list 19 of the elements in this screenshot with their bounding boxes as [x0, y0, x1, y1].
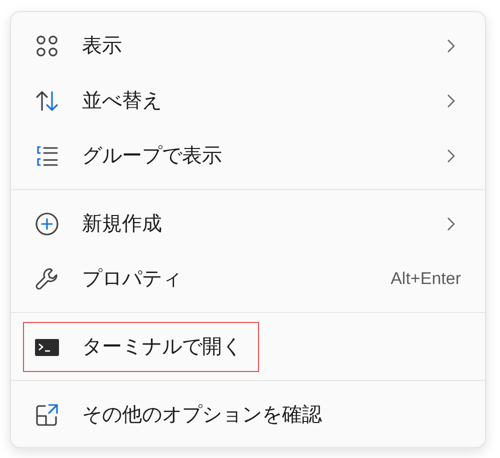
plus-circle-icon	[34, 210, 60, 236]
open-external-icon	[34, 402, 60, 428]
grid-icon	[34, 32, 60, 58]
menu-item[interactable]: グループで表示	[11, 128, 485, 183]
menu-item-label: 並べ替え	[82, 87, 162, 114]
menu-item[interactable]: その他のオプションを確認	[11, 387, 485, 442]
menu-item-label: その他のオプションを確認	[82, 401, 322, 428]
menu-item-label: 新規作成	[82, 210, 162, 237]
menu-item[interactable]: ターミナルで開く	[11, 319, 485, 374]
shortcut-text: Alt+Enter	[390, 268, 461, 288]
menu-item[interactable]: 表示	[11, 18, 485, 73]
wrench-icon	[34, 266, 60, 292]
menu-item[interactable]: 新規作成	[11, 196, 485, 251]
menu-item[interactable]: 並べ替え	[11, 73, 485, 128]
menu-item[interactable]: プロパティ Alt+Enter	[11, 251, 485, 306]
menu-item-label: プロパティ	[82, 265, 182, 292]
menu-item-label: ターミナルで開く	[82, 333, 242, 360]
menu-item-label: グループで表示	[82, 142, 222, 169]
menu-item-label: 表示	[82, 32, 122, 59]
